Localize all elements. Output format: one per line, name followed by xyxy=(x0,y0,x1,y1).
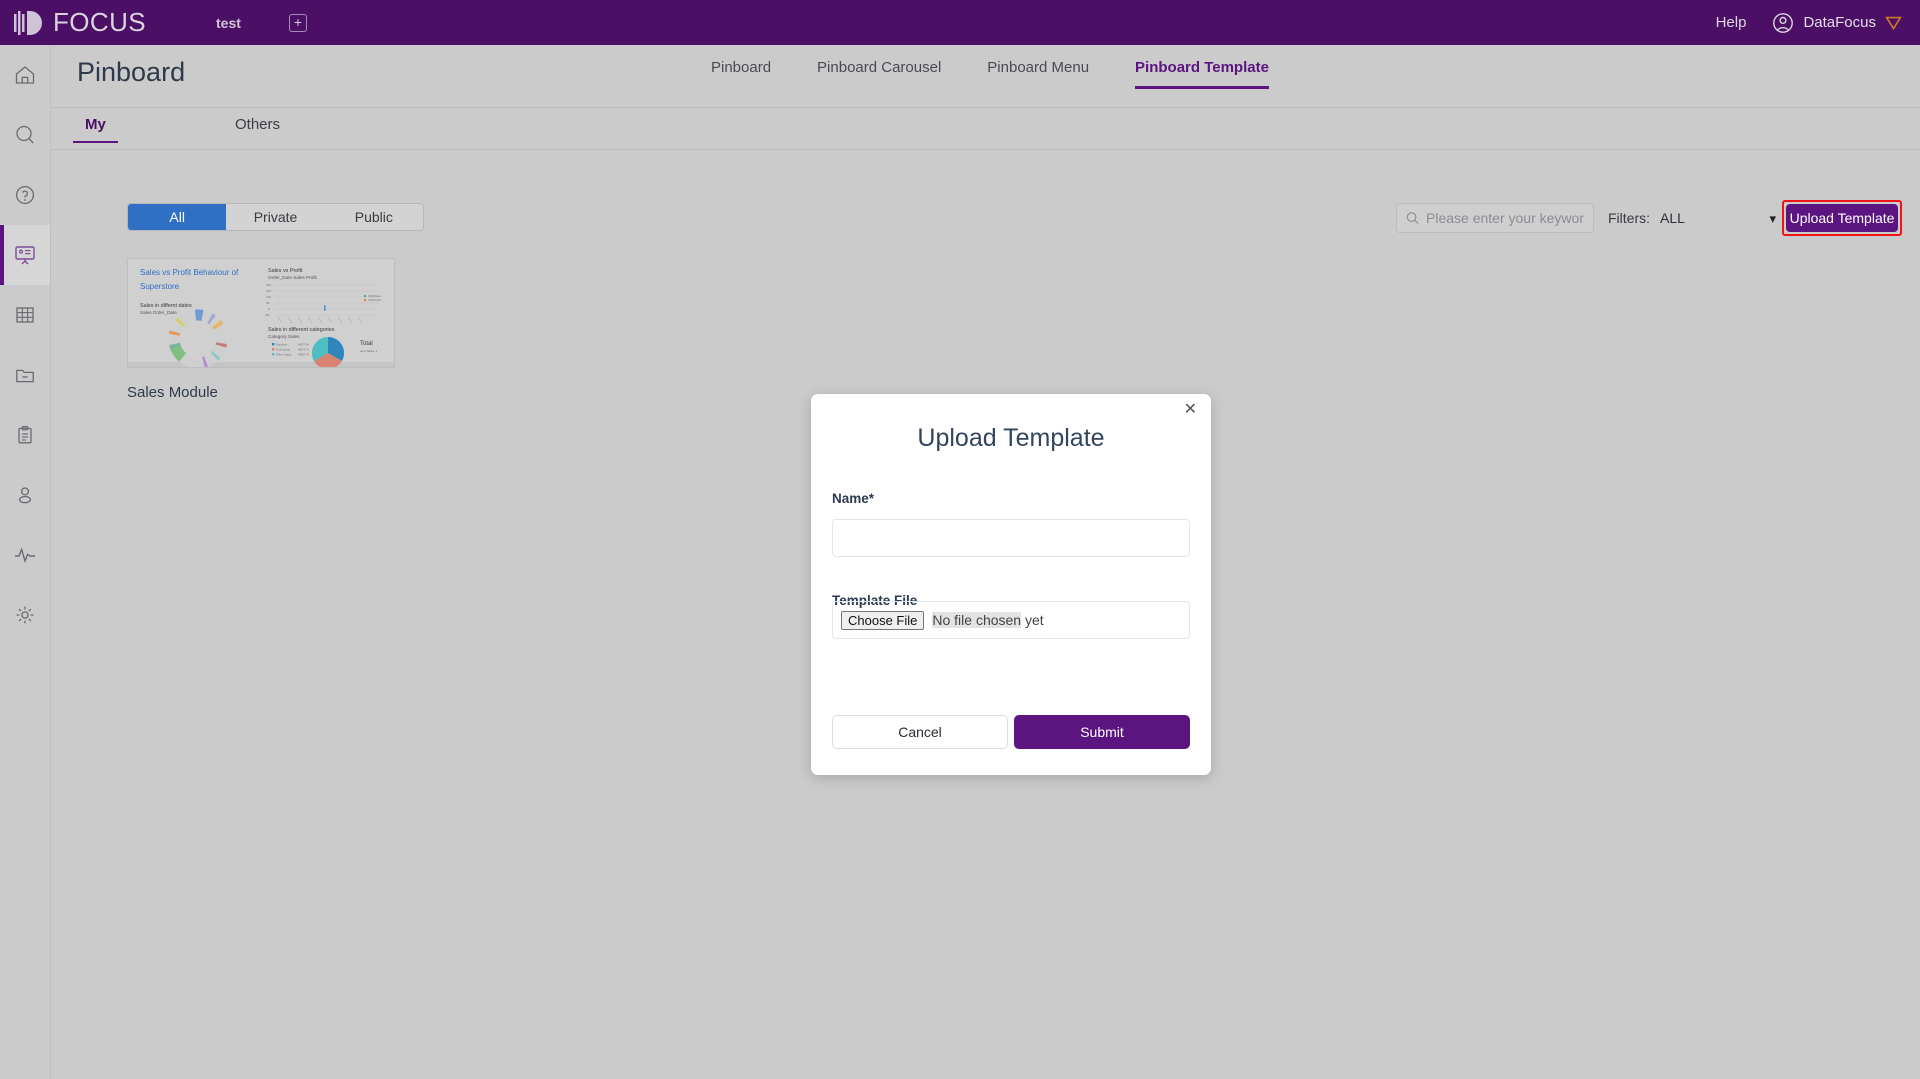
sidebar-item-clipboard[interactable] xyxy=(0,405,50,465)
table-grid-icon xyxy=(14,304,36,326)
sidebar-item-pinboard[interactable] xyxy=(0,225,50,285)
activity-pulse-icon xyxy=(13,544,37,566)
sidebar-item-user[interactable] xyxy=(0,465,50,525)
account-menu[interactable]: DataFocus xyxy=(1772,12,1902,34)
submit-button[interactable]: Submit xyxy=(1014,715,1190,749)
file-picker-row[interactable]: Choose File No file chosen yet xyxy=(832,601,1190,639)
sidebar-item-monitor[interactable] xyxy=(0,525,50,585)
choose-file-button[interactable]: Choose File xyxy=(841,611,924,630)
home-icon xyxy=(14,64,36,86)
header-right-group: Help DataFocus xyxy=(1716,12,1902,34)
brand-logo[interactable]: FOCUS xyxy=(14,7,146,38)
cancel-button[interactable]: Cancel xyxy=(832,715,1008,749)
workspace-tab[interactable]: test xyxy=(216,15,241,31)
account-name: DataFocus xyxy=(1803,14,1876,31)
clipboard-icon xyxy=(14,424,36,446)
close-icon[interactable]: ✕ xyxy=(1184,402,1197,418)
upload-template-dialog: ✕ Upload Template Name* Template File Ch… xyxy=(811,394,1211,775)
name-field-label: Name* xyxy=(832,491,874,506)
left-sidebar xyxy=(0,45,51,1079)
shield-icon xyxy=(1885,15,1902,31)
user-circle-icon xyxy=(1772,12,1794,34)
file-status-tail: yet xyxy=(1021,612,1044,628)
sidebar-item-help[interactable] xyxy=(0,165,50,225)
sidebar-item-home[interactable] xyxy=(0,45,50,105)
plus-square-icon[interactable]: + xyxy=(289,14,307,32)
top-header-bar: FOCUS test + Help DataFocus xyxy=(0,0,1920,45)
dialog-title: Upload Template xyxy=(811,394,1211,453)
gear-icon xyxy=(14,604,36,626)
search-icon xyxy=(14,124,36,146)
name-input[interactable] xyxy=(832,519,1190,557)
file-status-chosen: No file chosen xyxy=(932,612,1021,628)
help-link[interactable]: Help xyxy=(1716,14,1747,31)
sidebar-item-search[interactable] xyxy=(0,105,50,165)
folder-minus-icon xyxy=(14,364,36,386)
file-status-text: No file chosen yet xyxy=(932,612,1043,628)
presentation-board-icon xyxy=(13,243,37,267)
brand-name: FOCUS xyxy=(53,7,146,38)
main-content: Pinboard Pinboard Pinboard Carousel Pinb… xyxy=(51,45,1920,1079)
user-icon xyxy=(14,484,36,506)
question-circle-icon xyxy=(14,184,36,206)
sidebar-item-folder[interactable] xyxy=(0,345,50,405)
sidebar-item-table[interactable] xyxy=(0,285,50,345)
focus-logo-icon xyxy=(14,10,44,36)
sidebar-item-settings[interactable] xyxy=(0,585,50,645)
modal-backdrop: ✕ Upload Template Name* Template File Ch… xyxy=(51,45,1920,1079)
dialog-actions: Cancel Submit xyxy=(832,715,1190,749)
